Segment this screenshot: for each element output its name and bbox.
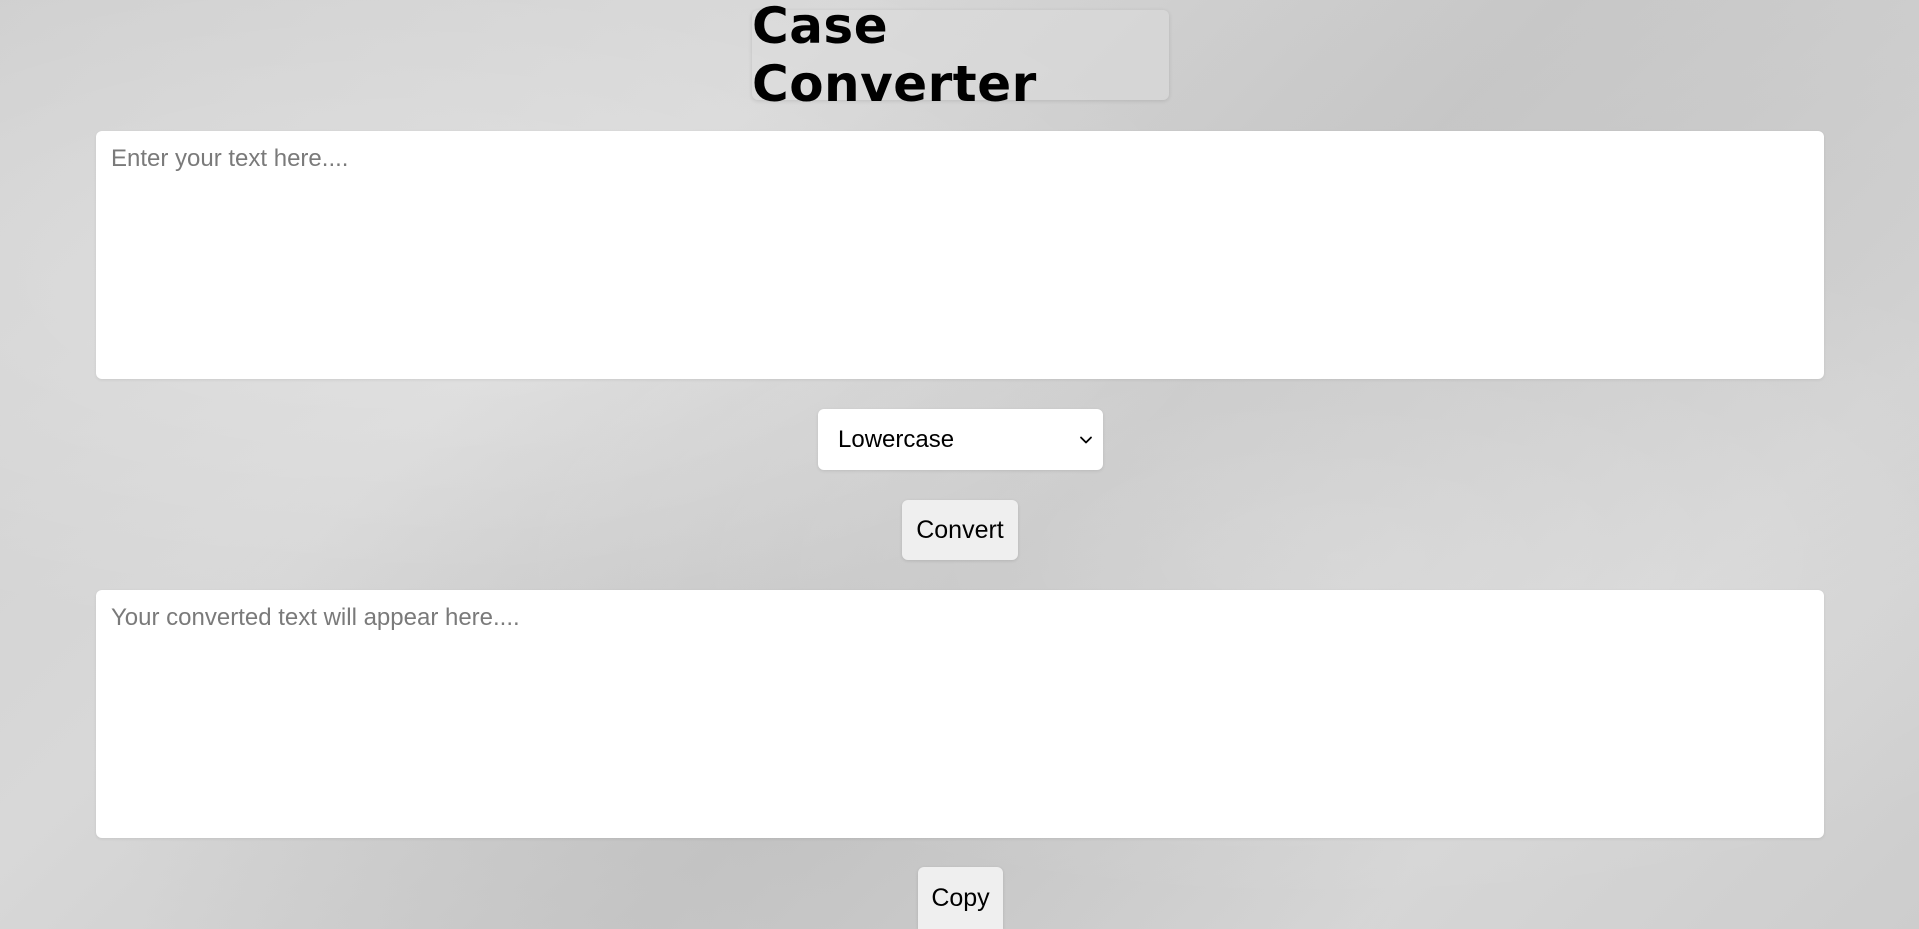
title-container: Case Converter	[752, 0, 1169, 113]
case-select[interactable]: Lowercase	[818, 409, 1103, 470]
output-textarea[interactable]	[96, 590, 1824, 838]
copy-button[interactable]: Copy	[918, 867, 1003, 929]
chevron-down-icon	[1079, 433, 1093, 447]
convert-button[interactable]: Convert	[902, 500, 1018, 560]
case-select-value: Lowercase	[838, 425, 955, 453]
input-textarea[interactable]	[96, 131, 1824, 379]
page-title: Case Converter	[752, 0, 1037, 113]
